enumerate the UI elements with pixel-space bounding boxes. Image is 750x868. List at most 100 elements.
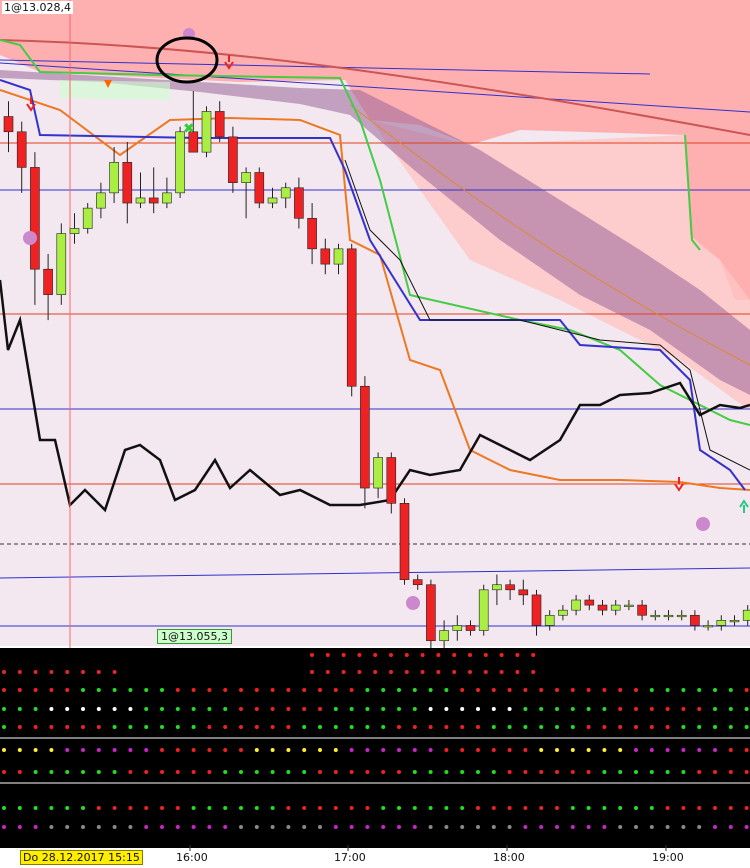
indicator-dot bbox=[744, 725, 749, 729]
indicator-dot bbox=[2, 670, 6, 674]
indicator-dot bbox=[270, 825, 275, 829]
indicator-dot bbox=[144, 806, 149, 810]
indicator-dot bbox=[223, 806, 228, 810]
indicator-dot bbox=[460, 688, 465, 692]
indicator-dot bbox=[175, 748, 180, 752]
indicator-dot bbox=[365, 748, 370, 752]
indicator-dot bbox=[483, 670, 488, 674]
indicator-dot bbox=[713, 770, 717, 774]
indicator-dot bbox=[357, 670, 362, 674]
indicator-dot bbox=[207, 688, 212, 692]
indicator-dot bbox=[523, 770, 528, 774]
candle-body bbox=[676, 614, 687, 618]
indicator-dot bbox=[744, 707, 749, 711]
price-chart-svg[interactable]: ✖ bbox=[0, 0, 750, 868]
indicator-dot bbox=[412, 770, 417, 774]
candle-body bbox=[505, 584, 515, 591]
indicator-dot bbox=[602, 770, 607, 774]
candle-body bbox=[597, 604, 608, 611]
indicator-dot bbox=[270, 725, 275, 729]
indicator-dot bbox=[728, 806, 733, 810]
indicator-dot bbox=[223, 825, 228, 829]
indicator-dot bbox=[634, 725, 638, 729]
indicator-dot bbox=[49, 688, 54, 692]
indicator-dot bbox=[112, 670, 117, 674]
indicator-dot bbox=[618, 825, 623, 829]
indicator-dot bbox=[365, 825, 370, 829]
indicator-dot bbox=[318, 688, 322, 692]
indicator-dot bbox=[570, 707, 575, 711]
indicator-dot bbox=[112, 688, 117, 692]
indicator-dot bbox=[49, 770, 54, 774]
indicator-dot bbox=[602, 748, 607, 752]
indicator-dot bbox=[444, 707, 449, 711]
indicator-dot bbox=[2, 707, 6, 711]
indicator-dot bbox=[649, 806, 654, 810]
indicator-dot bbox=[333, 748, 338, 752]
indicator-dot bbox=[223, 770, 228, 774]
indicator-dot bbox=[634, 806, 638, 810]
indicator-dot bbox=[239, 725, 243, 729]
indicator-dot bbox=[349, 825, 354, 829]
indicator-dot bbox=[507, 725, 512, 729]
indicator-dot bbox=[634, 707, 638, 711]
indicator-dot bbox=[128, 707, 133, 711]
candle-body bbox=[360, 385, 370, 489]
indicator-dot bbox=[697, 725, 702, 729]
indicator-dot bbox=[223, 707, 228, 711]
indicator-dot bbox=[523, 707, 528, 711]
candle-body bbox=[729, 620, 740, 623]
trading-chart-window[interactable]: ✖ 1@13.028,4 1@13.055,3 Do 28.12.2017 15… bbox=[0, 0, 750, 868]
candle-body bbox=[122, 162, 133, 204]
indicator-dot bbox=[128, 748, 133, 752]
indicator-dot bbox=[586, 806, 591, 810]
indicator-dot bbox=[634, 688, 638, 692]
indicator-dot bbox=[728, 748, 733, 752]
indicator-dot bbox=[81, 707, 85, 711]
indicator-dot bbox=[483, 653, 488, 657]
indicator-dot bbox=[381, 748, 386, 752]
candle-body bbox=[228, 136, 238, 183]
indicator-dot bbox=[318, 748, 322, 752]
candle-body bbox=[373, 457, 383, 489]
indicator-dot bbox=[412, 806, 417, 810]
indicator-dot bbox=[420, 653, 425, 657]
indicator-dot bbox=[81, 770, 85, 774]
indicator-dot bbox=[420, 670, 425, 674]
indicator-dot bbox=[618, 770, 623, 774]
indicator-dot bbox=[17, 688, 22, 692]
candle-body bbox=[96, 192, 106, 209]
candle-body bbox=[412, 579, 423, 586]
indicator-dot bbox=[586, 770, 591, 774]
indicator-dot bbox=[207, 707, 212, 711]
indicator-dot bbox=[17, 825, 22, 829]
indicator-dot bbox=[381, 725, 386, 729]
indicator-dot bbox=[397, 707, 401, 711]
indicator-dot bbox=[365, 688, 370, 692]
indicator-dot bbox=[144, 725, 149, 729]
crosshair-date-badge: Do 28.12.2017 15:15 bbox=[20, 850, 143, 865]
indicator-dot bbox=[728, 688, 733, 692]
indicator-dot bbox=[318, 725, 322, 729]
indicator-dot bbox=[586, 748, 591, 752]
indicator-dot bbox=[175, 688, 180, 692]
indicator-dot bbox=[65, 725, 70, 729]
purple-dot-marker bbox=[406, 596, 420, 610]
indicator-dot bbox=[96, 825, 101, 829]
indicator-dot bbox=[318, 707, 322, 711]
indicator-dot bbox=[665, 707, 670, 711]
indicator-dot bbox=[254, 825, 259, 829]
purple-dot-marker bbox=[23, 231, 37, 245]
candle-body bbox=[69, 228, 80, 234]
indicator-dot bbox=[81, 670, 85, 674]
indicator-dot bbox=[373, 670, 378, 674]
indicator-dot bbox=[341, 653, 346, 657]
indicator-dot bbox=[33, 707, 38, 711]
indicator-dot bbox=[207, 748, 212, 752]
indicator-dot bbox=[333, 770, 338, 774]
indicator-dot bbox=[531, 653, 536, 657]
indicator-dot bbox=[697, 748, 702, 752]
indicator-dot bbox=[412, 725, 417, 729]
indicator-dot bbox=[49, 748, 54, 752]
indicator-dot bbox=[357, 653, 362, 657]
